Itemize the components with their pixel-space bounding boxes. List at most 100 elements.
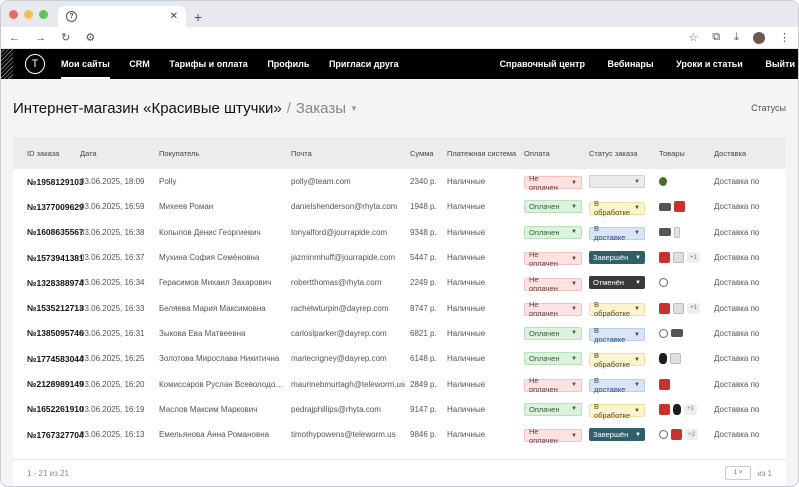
- nav-lessons[interactable]: Уроки и статьи: [676, 49, 743, 79]
- order-status-dropdown[interactable]: В доставке ▼: [589, 224, 645, 242]
- bag-product-icon[interactable]: [670, 353, 681, 365]
- order-id[interactable]: №1958129103: [13, 177, 84, 187]
- col-goods[interactable]: Товары: [659, 149, 714, 158]
- black-product-icon[interactable]: [673, 403, 681, 415]
- table-row[interactable]: №1608635567 03.06.2025, 16:38 Копылов Дени…: [13, 220, 786, 245]
- nav-my-sites[interactable]: Мои сайты: [61, 51, 110, 79]
- col-date[interactable]: Дата: [80, 149, 159, 158]
- table-row[interactable]: №1958129103 03.06.2025, 18:09 Polly polly@t…: [13, 169, 786, 194]
- nav-crm[interactable]: CRM: [129, 49, 150, 79]
- col-delivery[interactable]: Доставка: [714, 149, 764, 158]
- order-status-dropdown[interactable]: Завершён ▼: [589, 251, 645, 265]
- order-status-dropdown[interactable]: В доставке ▼: [589, 376, 645, 394]
- payment-status-dropdown[interactable]: Оплачен ▼: [524, 352, 582, 366]
- nav-logout[interactable]: Выйти: [765, 49, 795, 79]
- order-id[interactable]: №1573941381: [13, 253, 84, 263]
- payment-status-dropdown[interactable]: Не оплачен ▼: [524, 275, 582, 293]
- payment-status-dropdown[interactable]: Оплачен ▼: [524, 225, 582, 239]
- nav-help-center[interactable]: Справочный центр: [500, 49, 585, 79]
- nav-tariffs[interactable]: Тарифы и оплата: [169, 49, 247, 79]
- maximize-window-button[interactable]: [39, 9, 48, 19]
- page-select[interactable]: 1 ˅: [725, 466, 752, 480]
- more-goods-badge[interactable]: +1: [687, 252, 700, 264]
- table-row[interactable]: №1385095746 03.06.2025, 16:31 Зыкова Ева М…: [13, 321, 786, 346]
- bookmark-star-icon[interactable]: ☆: [688, 31, 698, 44]
- table-row[interactable]: №1535212713 03.06.2025, 16:33 Беляева Мари…: [13, 295, 786, 320]
- forward-icon[interactable]: →: [35, 32, 46, 44]
- nav-profile[interactable]: Профиль: [267, 49, 309, 79]
- table-row[interactable]: №1573941381 03.06.2025, 16:37 Мухина София…: [13, 245, 786, 270]
- order-status-dropdown[interactable]: В обработке ▼: [589, 300, 645, 318]
- col-order-status[interactable]: Статус заказа: [589, 149, 659, 158]
- nav-webinars[interactable]: Вебинары: [607, 49, 653, 79]
- back-icon[interactable]: ←: [9, 32, 20, 44]
- download-icon[interactable]: ⤓: [734, 31, 739, 44]
- red-product-icon[interactable]: [659, 403, 670, 415]
- order-id[interactable]: №1652261910: [13, 404, 84, 414]
- table-row[interactable]: №1767327704 03.06.2025, 16:13 Емельянова А…: [13, 422, 786, 447]
- black-product-icon[interactable]: [659, 353, 667, 365]
- order-status-dropdown[interactable]: ▼: [589, 175, 645, 189]
- clock-product-icon[interactable]: [659, 328, 668, 338]
- payment-status-dropdown[interactable]: Не оплачен ▼: [524, 376, 582, 394]
- table-row[interactable]: №1652261910 03.06.2025, 16:19 Маслов Макси…: [13, 397, 786, 422]
- table-row[interactable]: №1774583044 03.06.2025, 16:25 Золотова Мир…: [13, 346, 786, 371]
- more-goods-badge[interactable]: +1: [687, 302, 700, 314]
- chevron-down-icon[interactable]: ▼: [350, 104, 358, 113]
- nav-invite[interactable]: Пригласи друга: [329, 49, 399, 79]
- payment-status-dropdown[interactable]: Не оплачен ▼: [524, 427, 582, 445]
- payment-status-dropdown[interactable]: Оплачен ▼: [524, 402, 582, 416]
- browser-tab[interactable]: ? ✕: [58, 6, 186, 27]
- order-status-dropdown[interactable]: В обработке ▼: [589, 199, 645, 217]
- order-id[interactable]: №1328388974: [13, 278, 84, 288]
- table-row[interactable]: №1377009629 03.06.2025, 16:59 Михеев Роман…: [13, 194, 786, 219]
- col-email[interactable]: Почта: [291, 149, 410, 158]
- close-window-button[interactable]: [9, 9, 18, 19]
- order-status-dropdown[interactable]: Завершён ▼: [589, 428, 645, 442]
- red-product-icon[interactable]: [659, 378, 670, 390]
- order-id[interactable]: №1774583044: [13, 354, 84, 364]
- bag-product-icon[interactable]: [673, 252, 684, 264]
- new-tab-button[interactable]: +: [194, 6, 202, 27]
- order-id[interactable]: №1385095746: [13, 328, 84, 338]
- col-payment-system[interactable]: Платежная система: [447, 149, 524, 158]
- logo-icon[interactable]: Т: [25, 54, 45, 74]
- minimize-window-button[interactable]: [24, 9, 33, 19]
- statuses-link[interactable]: Статусы: [751, 103, 786, 113]
- order-status-dropdown[interactable]: Отменён ▼: [589, 276, 645, 290]
- table-row[interactable]: №2128989149 03.06.2025, 16:20 Комиссаров Р…: [13, 371, 786, 396]
- browser-menu-icon[interactable]: ⋮: [779, 31, 790, 44]
- section-selector[interactable]: Заказы: [296, 100, 346, 117]
- order-status-dropdown[interactable]: В обработке ▼: [589, 351, 645, 369]
- order-id[interactable]: №1767327704: [13, 430, 84, 440]
- order-id[interactable]: №1377009629: [13, 202, 84, 212]
- cam-product-icon[interactable]: [659, 228, 671, 237]
- extensions-icon[interactable]: ⧉: [712, 31, 720, 44]
- order-id[interactable]: №1608635567: [13, 227, 84, 237]
- col-id[interactable]: ID заказа: [13, 149, 80, 158]
- clock-product-icon[interactable]: [659, 430, 668, 440]
- cam-product-icon[interactable]: [659, 202, 671, 211]
- order-id[interactable]: №1535212713: [13, 303, 84, 313]
- red-product-icon[interactable]: [671, 429, 682, 441]
- col-buyer[interactable]: Покупатель: [159, 149, 291, 158]
- more-goods-badge[interactable]: +1: [684, 403, 697, 415]
- col-payment[interactable]: Оплата: [524, 149, 589, 158]
- plant-product-icon[interactable]: [659, 177, 667, 187]
- more-goods-badge[interactable]: +2: [685, 429, 698, 441]
- red-product-icon[interactable]: [674, 201, 685, 213]
- site-settings-icon[interactable]: ⚙: [85, 32, 95, 44]
- order-status-dropdown[interactable]: В доставке ▼: [589, 326, 645, 344]
- bottle-product-icon[interactable]: [674, 226, 680, 238]
- profile-avatar[interactable]: [753, 31, 765, 44]
- col-sum[interactable]: Сумма: [410, 149, 447, 158]
- order-status-dropdown[interactable]: В обработке ▼: [589, 402, 645, 420]
- order-id[interactable]: №2128989149: [13, 379, 84, 389]
- payment-status-dropdown[interactable]: Оплачен ▼: [524, 326, 582, 340]
- reload-icon[interactable]: ↻: [61, 32, 70, 44]
- red-product-icon[interactable]: [659, 302, 670, 314]
- red-product-icon[interactable]: [659, 252, 670, 264]
- bag-product-icon[interactable]: [673, 302, 684, 314]
- close-tab-icon[interactable]: ✕: [170, 11, 178, 22]
- payment-status-dropdown[interactable]: Не оплачен ▼: [524, 250, 582, 268]
